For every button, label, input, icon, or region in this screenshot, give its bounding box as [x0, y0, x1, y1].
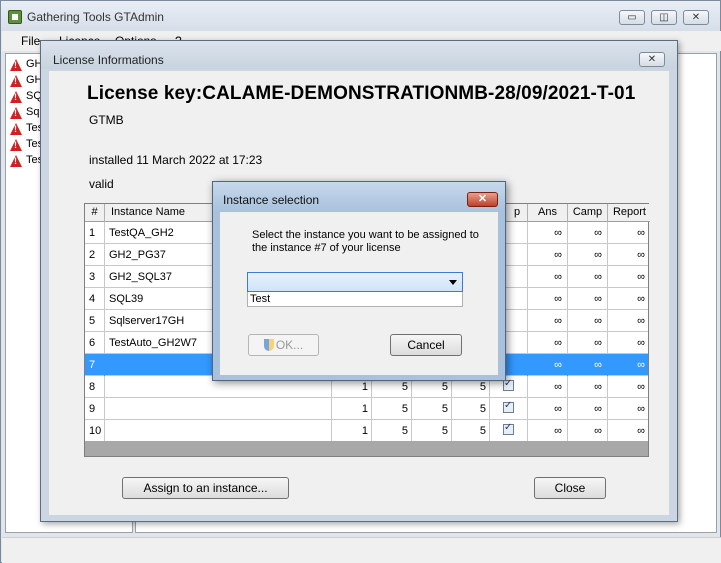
- license-key: License key:CALAME-DEMONSTRATIONMB-28/09…: [87, 83, 636, 104]
- cell-camp[interactable]: ∞: [568, 288, 608, 310]
- warning-icon: [10, 91, 22, 103]
- instance-combobox[interactable]: [247, 272, 463, 292]
- grid-footer: [85, 441, 648, 456]
- app-icon: [8, 10, 22, 24]
- license-code: GTMB: [89, 113, 124, 127]
- cell-ans[interactable]: ∞: [528, 266, 568, 288]
- cell-camp[interactable]: ∞: [568, 420, 608, 442]
- cell-num[interactable]: 6: [85, 332, 105, 354]
- cell-camp[interactable]: ∞: [568, 376, 608, 398]
- minimize-button[interactable]: ▭: [619, 10, 645, 25]
- cell-camp[interactable]: ∞: [568, 398, 608, 420]
- cell-camp[interactable]: ∞: [568, 354, 608, 376]
- license-dialog-title: License Informations: [53, 53, 164, 67]
- cell-name[interactable]: [105, 398, 332, 420]
- dropdown-option[interactable]: Test: [250, 293, 270, 305]
- cell-num[interactable]: 1: [85, 222, 105, 244]
- instance-dialog-close-button[interactable]: ✕: [467, 192, 498, 207]
- cell-c2[interactable]: 5: [372, 420, 412, 442]
- chevron-down-icon[interactable]: [449, 280, 457, 285]
- instance-selection-dialog: Instance selection ✕ Select the instance…: [212, 181, 506, 381]
- cell-report[interactable]: ∞: [608, 310, 648, 332]
- cell-camp[interactable]: ∞: [568, 266, 608, 288]
- column-header[interactable]: #: [85, 204, 105, 222]
- checkbox[interactable]: [503, 400, 514, 413]
- cell-ans[interactable]: ∞: [528, 398, 568, 420]
- uac-shield-icon: [263, 339, 274, 351]
- cell-num[interactable]: 5: [85, 310, 105, 332]
- cell-ans[interactable]: ∞: [528, 244, 568, 266]
- cell-chk[interactable]: [490, 420, 528, 442]
- cancel-button[interactable]: Cancel: [390, 334, 462, 356]
- cell-num[interactable]: 7: [85, 354, 105, 376]
- cell-ans[interactable]: ∞: [528, 288, 568, 310]
- warning-icon: [10, 155, 22, 167]
- license-dialog-close-button[interactable]: ✕: [639, 52, 665, 67]
- instance-prompt: Select the instance you want to be assig…: [252, 229, 479, 254]
- warning-icon: [10, 107, 22, 119]
- instance-dialog-title: Instance selection: [223, 193, 320, 207]
- cell-camp[interactable]: ∞: [568, 310, 608, 332]
- cell-num[interactable]: 10: [85, 420, 105, 442]
- table-row[interactable]: 91555∞∞∞: [85, 398, 648, 420]
- main-title-bar[interactable]: Gathering Tools GTAdmin ▭ ◫ ✕: [1, 1, 720, 31]
- cell-c4[interactable]: 5: [452, 420, 490, 442]
- cell-name[interactable]: [105, 420, 332, 442]
- checkbox[interactable]: [503, 422, 514, 435]
- assign-instance-button[interactable]: Assign to an instance...: [122, 477, 289, 499]
- cell-camp[interactable]: ∞: [568, 332, 608, 354]
- cell-chk[interactable]: [490, 398, 528, 420]
- cell-num[interactable]: 3: [85, 266, 105, 288]
- cell-report[interactable]: ∞: [608, 354, 648, 376]
- column-header[interactable]: Report: [608, 204, 648, 222]
- license-dialog-title-bar[interactable]: License Informations ✕: [41, 41, 677, 69]
- status-bar: [2, 537, 721, 563]
- table-row[interactable]: 101555∞∞∞: [85, 420, 648, 442]
- warning-icon: [10, 123, 22, 135]
- cell-report[interactable]: ∞: [608, 398, 648, 420]
- warning-icon: [10, 139, 22, 151]
- cell-ans[interactable]: ∞: [528, 332, 568, 354]
- cell-ans[interactable]: ∞: [528, 420, 568, 442]
- warning-icon: [10, 75, 22, 87]
- cell-report[interactable]: ∞: [608, 332, 648, 354]
- cell-num[interactable]: 2: [85, 244, 105, 266]
- window-close-button[interactable]: ✕: [683, 10, 709, 25]
- cell-report[interactable]: ∞: [608, 266, 648, 288]
- cell-num[interactable]: 8: [85, 376, 105, 398]
- cell-report[interactable]: ∞: [608, 376, 648, 398]
- cell-c1[interactable]: 1: [332, 398, 372, 420]
- instance-dialog-body: Select the instance you want to be assig…: [220, 212, 498, 375]
- cell-camp[interactable]: ∞: [568, 222, 608, 244]
- ok-button[interactable]: OK...: [248, 334, 319, 356]
- cell-ans[interactable]: ∞: [528, 222, 568, 244]
- restore-button[interactable]: ◫: [651, 10, 677, 25]
- cell-ans[interactable]: ∞: [528, 354, 568, 376]
- cell-c3[interactable]: 5: [412, 420, 452, 442]
- cell-c3[interactable]: 5: [412, 398, 452, 420]
- app-title: Gathering Tools GTAdmin: [27, 10, 164, 24]
- menu-file[interactable]: File: [21, 34, 40, 48]
- install-date: installed 11 March 2022 at 17:23: [89, 153, 263, 167]
- cell-report[interactable]: ∞: [608, 222, 648, 244]
- cell-c2[interactable]: 5: [372, 398, 412, 420]
- cell-num[interactable]: 4: [85, 288, 105, 310]
- instance-dropdown-list: Test: [247, 292, 463, 307]
- cell-c1[interactable]: 1: [332, 420, 372, 442]
- cell-num[interactable]: 9: [85, 398, 105, 420]
- cell-c4[interactable]: 5: [452, 398, 490, 420]
- column-header[interactable]: Camp: [568, 204, 608, 222]
- instance-dialog-title-bar[interactable]: Instance selection ✕: [213, 182, 505, 212]
- license-status: valid: [89, 177, 114, 191]
- cell-report[interactable]: ∞: [608, 244, 648, 266]
- column-header[interactable]: Ans: [528, 204, 568, 222]
- close-button[interactable]: Close: [534, 477, 606, 499]
- checkbox[interactable]: [503, 378, 514, 391]
- cell-ans[interactable]: ∞: [528, 310, 568, 332]
- cell-report[interactable]: ∞: [608, 288, 648, 310]
- cell-camp[interactable]: ∞: [568, 244, 608, 266]
- warning-icon: [10, 59, 22, 71]
- cell-ans[interactable]: ∞: [528, 376, 568, 398]
- cell-report[interactable]: ∞: [608, 420, 648, 442]
